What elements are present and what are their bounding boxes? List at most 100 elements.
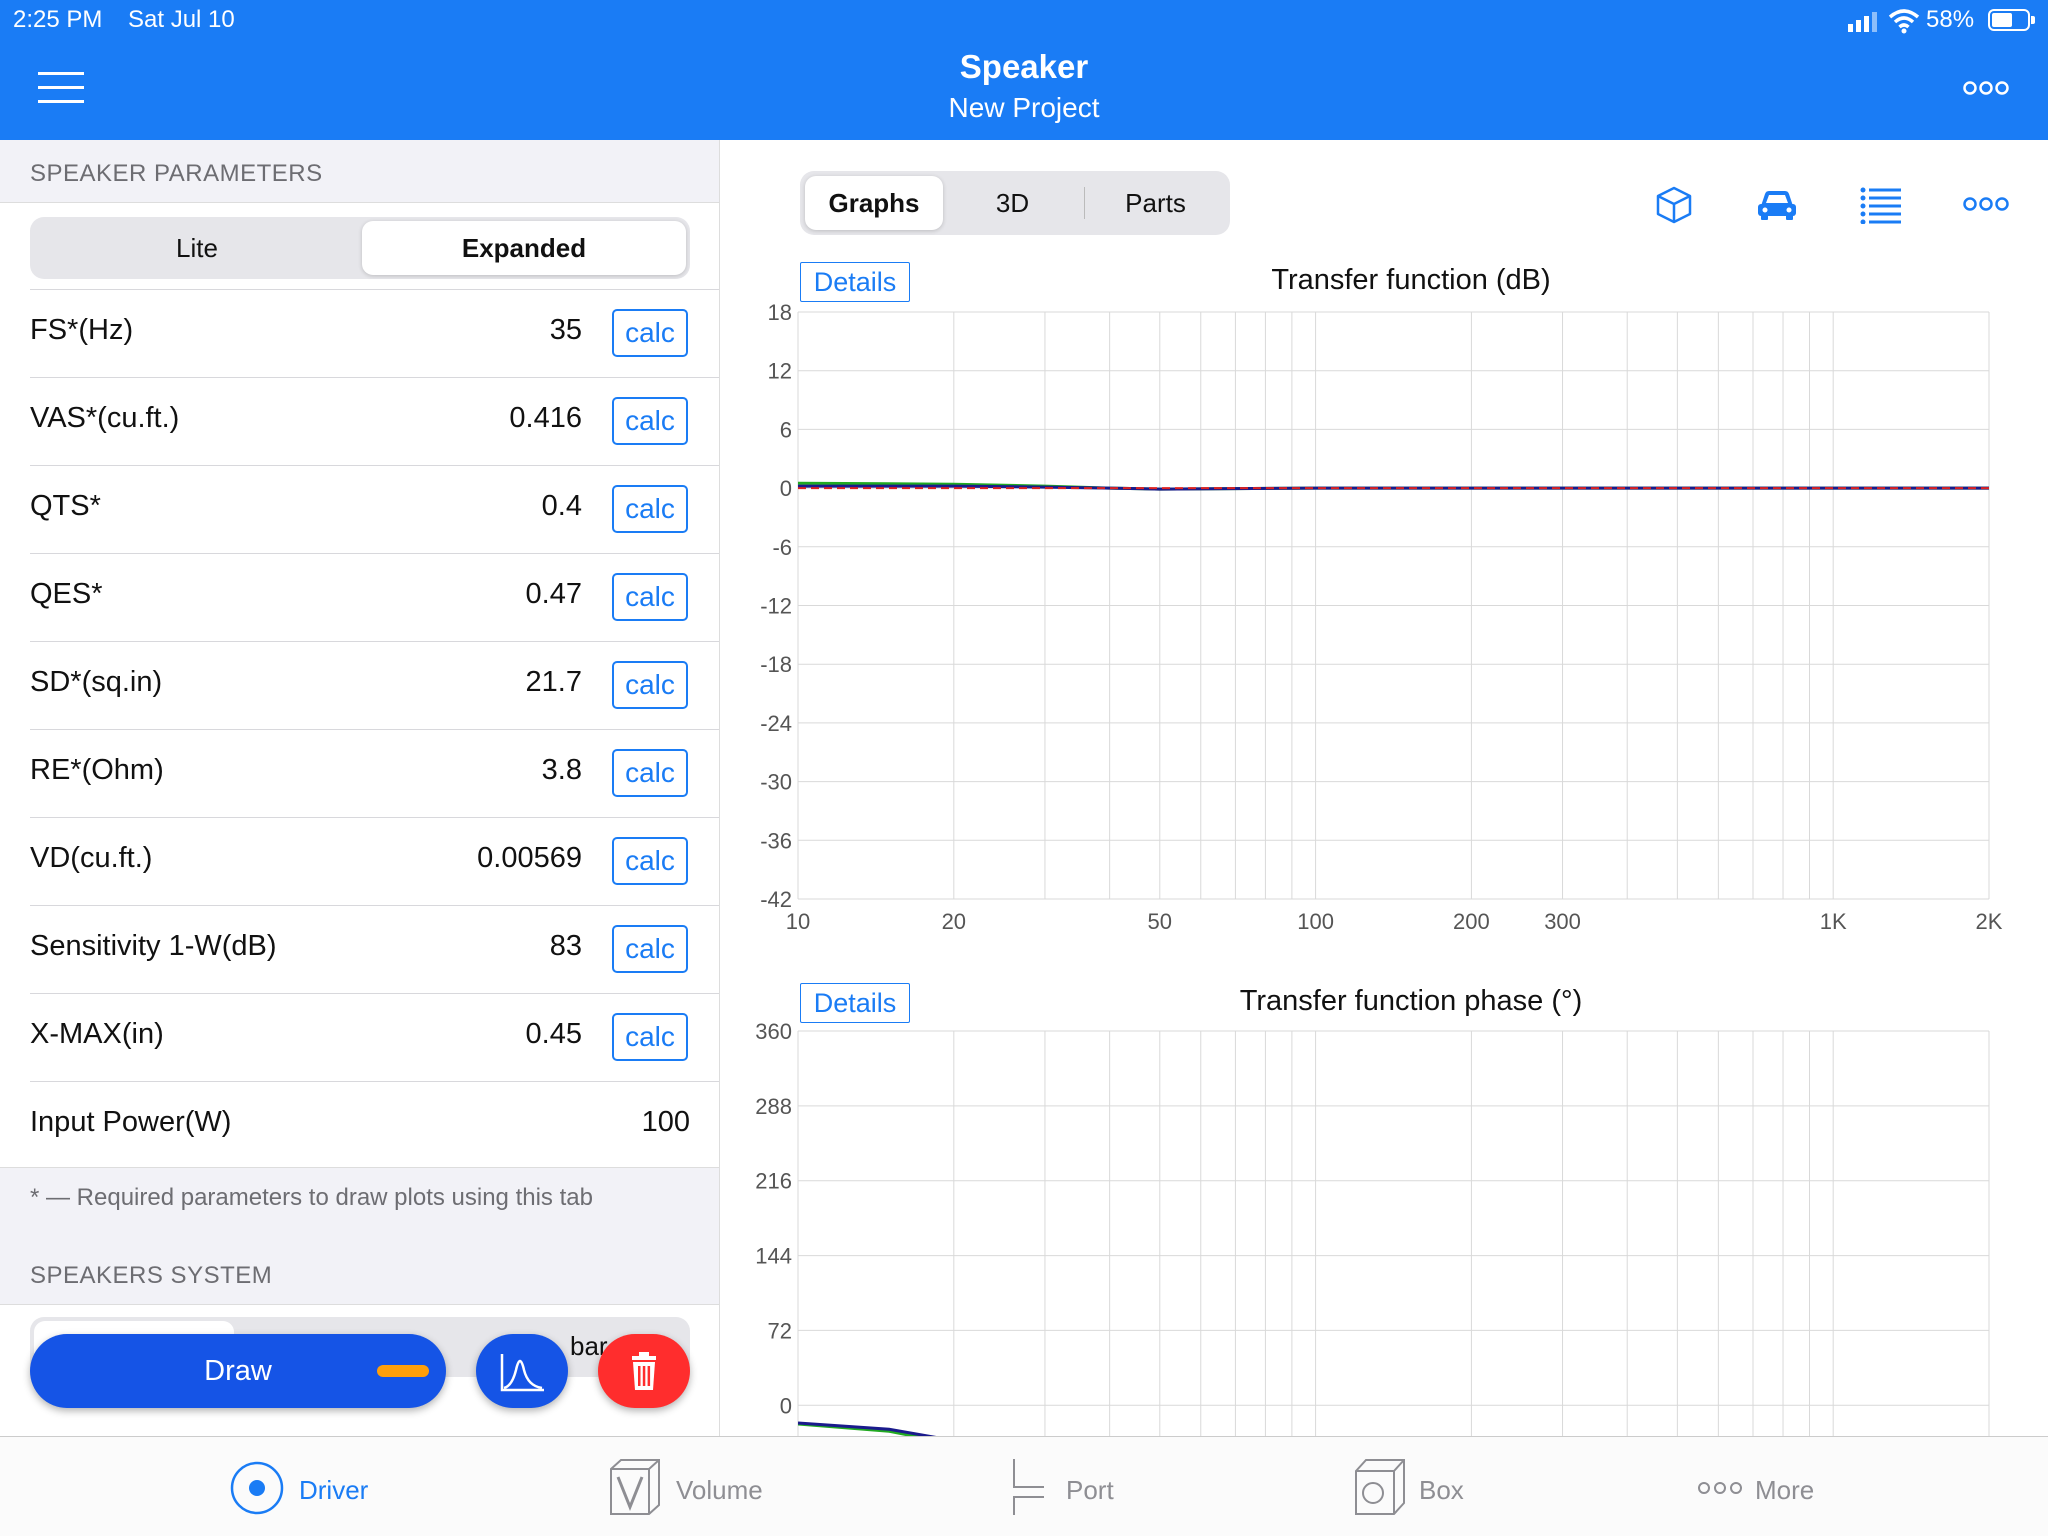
y-tick-label: 216 [755, 1169, 792, 1194]
param-row[interactable]: QTS* 0.4 calc [30, 465, 719, 553]
param-row[interactable]: RE*(Ohm) 3.8 calc [30, 729, 719, 817]
segment-expanded[interactable]: Expanded [362, 221, 686, 275]
param-row[interactable]: FS*(Hz) 35 calc [30, 289, 719, 377]
param-label: QES* [30, 578, 103, 610]
y-tick-label: -18 [760, 652, 792, 677]
param-row[interactable]: Input Power(W) 100 [30, 1081, 719, 1169]
x-tick-label: 200 [1453, 909, 1490, 934]
param-row[interactable]: SD*(sq.in) 21.7 calc [30, 641, 719, 729]
y-tick-label: -24 [760, 711, 792, 736]
y-tick-label: -36 [760, 828, 792, 853]
calc-button[interactable]: calc [612, 485, 688, 533]
param-label: RE*(Ohm) [30, 754, 164, 786]
calc-button[interactable]: calc [612, 1013, 688, 1061]
curve-button[interactable] [476, 1334, 568, 1408]
volume-box-icon [610, 1459, 660, 1515]
param-value-field[interactable]: 0.4 [542, 490, 582, 523]
param-label: FS*(Hz) [30, 314, 134, 346]
trash-icon [632, 1352, 656, 1390]
calc-button[interactable]: calc [612, 749, 688, 797]
param-label: Sensitivity 1-W(dB) [30, 930, 277, 962]
tab-more[interactable]: More [1697, 1437, 1857, 1537]
param-label: VAS*(cu.ft.) [30, 402, 180, 434]
chart-title-phase: Transfer function phase (°) [1239, 985, 1583, 1017]
param-row[interactable]: X-MAX(in) 0.45 calc [30, 993, 719, 1081]
y-tick-label: -12 [760, 594, 792, 619]
wifi-icon [1888, 9, 1920, 34]
tab-volume[interactable]: Volume [608, 1437, 788, 1537]
y-tick-label: 288 [755, 1094, 792, 1119]
tab-driver[interactable]: Driver [230, 1437, 390, 1537]
param-row[interactable]: QES* 0.47 calc [30, 553, 719, 641]
car-icon[interactable] [1755, 184, 1799, 224]
x-tick-label: 10 [786, 909, 810, 934]
x-tick-label: 50 [1148, 909, 1172, 934]
param-value-field[interactable]: 21.7 [526, 666, 582, 699]
more-icon [1698, 1482, 1742, 1494]
x-tick-label: 100 [1297, 909, 1334, 934]
x-tick-label: 1K [1820, 909, 1847, 934]
project-name[interactable]: New Project [0, 92, 2048, 124]
param-row[interactable]: VD(cu.ft.) 0.00569 calc [30, 817, 719, 905]
param-value-field[interactable]: 0.416 [509, 402, 582, 435]
box-icon [1355, 1459, 1405, 1515]
y-tick-label: 72 [768, 1318, 792, 1343]
param-value-field[interactable]: 0.00569 [477, 842, 582, 875]
y-tick-label: 12 [768, 359, 792, 384]
view-segmented-control: Graphs 3D Parts [800, 171, 1230, 235]
draw-button[interactable]: Draw [30, 1334, 446, 1408]
more-icon[interactable] [1962, 196, 2010, 212]
y-tick-label: 0 [780, 1393, 792, 1418]
calc-button[interactable]: calc [612, 925, 688, 973]
transfer-function-magnitude-chart: 181260-6-12-18-24-30-36-4210 20 50 100 200 30… [760, 300, 2003, 934]
bottom-tab-bar: Driver Volume Port Box More [0, 1436, 2048, 1536]
tab-box[interactable]: Box [1353, 1437, 1513, 1537]
tab-port-label: Port [1066, 1475, 1114, 1505]
calc-button[interactable]: calc [612, 661, 688, 709]
param-value-field[interactable]: 3.8 [542, 754, 582, 787]
cube-icon[interactable] [1654, 184, 1694, 224]
status-date: Sat Jul 10 [128, 6, 235, 33]
section-header-speakers-system: SPEAKERS SYSTEM [30, 1262, 273, 1289]
segment-lite[interactable]: Lite [34, 221, 360, 275]
calc-button[interactable]: calc [612, 397, 688, 445]
y-tick-label: 0 [780, 476, 792, 501]
tab-graphs[interactable]: Graphs [805, 176, 943, 230]
segment-separator [1084, 187, 1085, 219]
battery-percentage: 58% [1926, 6, 1975, 33]
param-label: Input Power(W) [30, 1106, 232, 1138]
y-tick-label: 360 [755, 1019, 792, 1044]
parameters-card: Lite Expanded FS*(Hz) 35 calc VAS*(cu.ft.) 0… [0, 202, 719, 1169]
x-tick-label: 20 [942, 909, 966, 934]
calc-button[interactable]: calc [612, 309, 688, 357]
param-value-field[interactable]: 100 [642, 1106, 690, 1139]
param-row[interactable]: VAS*(cu.ft.) 0.416 calc [30, 377, 719, 465]
calc-button[interactable]: calc [612, 573, 688, 621]
param-value-field[interactable]: 0.47 [526, 578, 582, 611]
delete-button[interactable] [598, 1334, 690, 1408]
x-tick-label: 2K [1976, 909, 2003, 934]
tab-3d[interactable]: 3D [943, 176, 1082, 230]
battery-icon [1988, 9, 2035, 31]
y-tick-label: 144 [755, 1244, 792, 1269]
tab-parts[interactable]: Parts [1086, 176, 1225, 230]
y-tick-label: 6 [780, 417, 792, 442]
status-time: 2:25 PM [13, 6, 103, 33]
list-icon[interactable] [1860, 184, 1902, 224]
calc-button[interactable]: calc [612, 837, 688, 885]
port-icon [1013, 1459, 1044, 1515]
tab-port[interactable]: Port [1010, 1437, 1150, 1537]
section-header-speaker-parameters: SPEAKER PARAMETERS [30, 160, 323, 187]
graphs-panel: Graphs 3D Parts Details Transfer functio… [721, 140, 2048, 1436]
required-params-footnote: * — Required parameters to draw plots us… [30, 1184, 593, 1211]
tab-volume-label: Volume [676, 1475, 763, 1505]
top-nav-bar: 2:25 PM Sat Jul 10 58% Speaker New Proje… [0, 0, 2048, 140]
param-row[interactable]: Sensitivity 1-W(dB) 83 calc [30, 905, 719, 993]
param-value-field[interactable]: 35 [550, 314, 582, 347]
param-label: VD(cu.ft.) [30, 842, 153, 874]
param-label: X-MAX(in) [30, 1018, 164, 1050]
more-options-icon[interactable] [1962, 80, 2010, 96]
param-value-field[interactable]: 0.45 [526, 1018, 582, 1051]
param-value-field[interactable]: 83 [550, 930, 582, 963]
cellular-signal-icon [1848, 12, 1877, 32]
